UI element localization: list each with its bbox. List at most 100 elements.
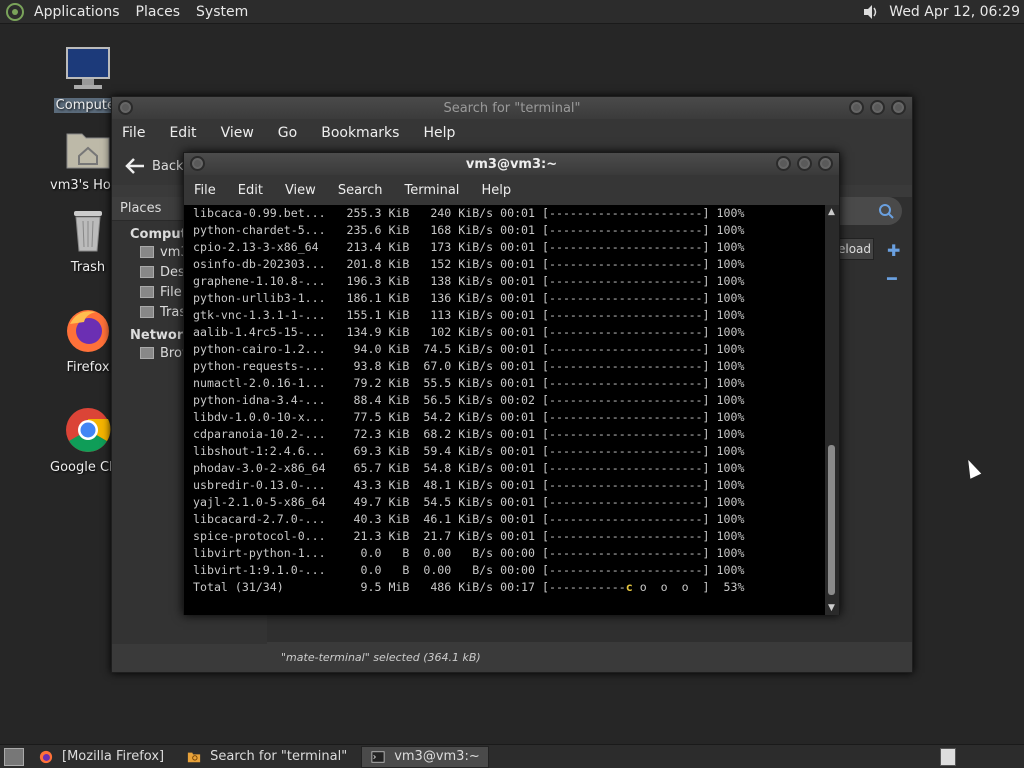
terminal-line: graphene-1.10.8-... 196.3 KiB 138 KiB/s … (193, 274, 745, 288)
trash-icon (140, 306, 154, 318)
terminal-line: libvirt-python-1... 0.0 B 0.00 B/s 00:00… (193, 546, 745, 560)
total-line-suffix: o o o ] 53% (632, 580, 745, 594)
menu-go[interactable]: Go (278, 125, 297, 141)
search-folder-icon (187, 752, 201, 762)
task-firefox[interactable]: [Mozilla Firefox] (30, 746, 172, 768)
bottom-panel: [Mozilla Firefox] Search for "terminal" … (0, 744, 1024, 768)
terminal-line: python-idna-3.4-... 88.4 KiB 56.5 KiB/s … (193, 393, 745, 407)
scroll-down-icon[interactable]: ▼ (828, 603, 835, 613)
back-button[interactable]: Back (122, 156, 184, 176)
chrome-icon (66, 408, 111, 452)
total-line-prefix: Total (31/34) 9.5 MiB 486 KiB/s 00:17 [-… (193, 580, 626, 594)
terminal-output: libcaca-0.99.bet... 255.3 KiB 240 KiB/s … (193, 205, 827, 579)
task-file-manager[interactable]: Search for "terminal" (178, 746, 355, 768)
terminal-line: phodav-3.0-2-x86_64 65.7 KiB 54.8 KiB/s … (193, 461, 745, 475)
home-folder-icon (140, 246, 154, 258)
menu-bookmarks[interactable]: Bookmarks (321, 125, 399, 141)
terminal-line: libvirt-1:9.1.0-... 0.0 B 0.00 B/s 00:00… (193, 563, 745, 577)
workspace-switcher[interactable] (940, 747, 956, 766)
firefox-icon (39, 750, 53, 763)
terminal-scrollbar[interactable]: ▲ ▼ (825, 205, 839, 615)
window-menu-icon[interactable] (118, 100, 133, 115)
terminal-menu-terminal[interactable]: Terminal (404, 183, 459, 198)
terminal-title: vm3@vm3:~ (465, 156, 558, 172)
trash-icon (74, 211, 102, 252)
desktop-icon-label: Firefox (66, 360, 110, 375)
terminal-menu-search[interactable]: Search (338, 183, 383, 198)
terminal-line: aalib-1.4rc5-15-... 134.9 KiB 102 KiB/s … (193, 325, 745, 339)
search-icon[interactable] (878, 203, 894, 219)
terminal-menubar: File Edit View Search Terminal Help (184, 175, 839, 205)
desktop-icon-label: Trash (70, 260, 106, 275)
network-icon (140, 347, 154, 359)
terminal-line: libdv-1.0.0-10-x... 77.5 KiB 54.2 KiB/s … (193, 410, 745, 424)
terminal-total-line: Total (31/34) 9.5 MiB 486 KiB/s 00:17 [-… (193, 579, 827, 596)
task-label: vm3@vm3:~ (394, 749, 480, 764)
top-panel-tray: Wed Apr 12, 06:29 (861, 0, 1024, 24)
reload-button[interactable]: Reload (830, 238, 874, 260)
menu-view[interactable]: View (221, 125, 254, 141)
terminal-line: cdparanoia-10.2-... 72.3 KiB 68.2 KiB/s … (193, 427, 745, 441)
clock[interactable]: Wed Apr 12, 06:29 (889, 4, 1020, 20)
terminal-line: gtk-vnc-1.3.1-1-... 155.1 KiB 113 KiB/s … (193, 308, 745, 322)
terminal-titlebar[interactable]: vm3@vm3:~ (184, 153, 839, 175)
task-terminal[interactable]: vm3@vm3:~ (361, 745, 489, 768)
terminal-line: osinfo-db-202303... 201.8 KiB 152 KiB/s … (193, 257, 745, 271)
scroll-up-icon[interactable]: ▲ (828, 207, 835, 217)
file-manager-title: Search for "terminal" (443, 100, 581, 116)
volume-icon[interactable] (861, 2, 881, 22)
file-manager-menubar: File Edit View Go Bookmarks Help (112, 119, 912, 147)
file-manager-titlebar[interactable]: Search for "terminal" (112, 97, 912, 119)
places-menu[interactable]: Places (136, 4, 181, 20)
terminal-menu-file[interactable]: File (194, 183, 216, 198)
back-label: Back (152, 158, 184, 174)
drive-icon (140, 286, 154, 298)
progress-pacman: c (625, 580, 633, 594)
top-panel: Applications Places System Wed Apr 12, 0… (0, 0, 1024, 24)
show-desktop-icon[interactable] (4, 747, 24, 766)
terminal-line: libcaca-0.99.bet... 255.3 KiB 240 KiB/s … (193, 206, 745, 220)
terminal-menu-view[interactable]: View (285, 183, 316, 198)
terminal-window: vm3@vm3:~ File Edit View Search Terminal… (183, 152, 840, 615)
maximize-icon[interactable] (797, 156, 812, 171)
terminal-line: python-cairo-1.2... 94.0 KiB 74.5 KiB/s … (193, 342, 745, 356)
terminal-menu-edit[interactable]: Edit (238, 183, 263, 198)
task-label: Search for "terminal" (210, 749, 348, 764)
status-bar: "mate-terminal" selected (364.1 kB) (267, 642, 912, 672)
terminal-screen[interactable]: libcaca-0.99.bet... 255.3 KiB 240 KiB/s … (184, 205, 827, 615)
terminal-icon (371, 750, 385, 763)
terminal-line: libcacard-2.7.0-... 40.3 KiB 46.1 KiB/s … (193, 512, 745, 526)
home-folder-icon (66, 133, 110, 169)
terminal-line: yajl-2.1.0-5-x86_64 49.7 KiB 54.5 KiB/s … (193, 495, 745, 509)
terminal-line: spice-protocol-0... 21.3 KiB 21.7 KiB/s … (193, 529, 745, 543)
system-menu[interactable]: System (196, 4, 248, 20)
terminal-line: python-requests-... 93.8 KiB 67.0 KiB/s … (193, 359, 745, 373)
scrollbar-thumb[interactable] (828, 445, 835, 595)
remove-criterion-button[interactable]: ━ (887, 269, 897, 288)
minimize-icon[interactable] (849, 100, 864, 115)
top-menu: Applications Places System (0, 0, 264, 24)
menu-edit[interactable]: Edit (169, 125, 196, 141)
back-arrow-icon (125, 158, 144, 174)
desktop-folder-icon (140, 266, 154, 278)
task-label: [Mozilla Firefox] (62, 749, 165, 764)
terminal-line: python-chardet-5... 235.6 KiB 168 KiB/s … (193, 223, 745, 237)
applications-menu[interactable]: Applications (34, 4, 120, 20)
window-menu-icon[interactable] (190, 156, 205, 171)
add-criterion-button[interactable]: ✚ (887, 241, 900, 260)
menu-help[interactable]: Help (423, 125, 455, 141)
mate-logo-icon[interactable] (6, 2, 24, 21)
computer-icon (66, 47, 110, 89)
mouse-cursor-icon (962, 457, 982, 479)
terminal-line: numactl-2.0.16-1... 79.2 KiB 55.5 KiB/s … (193, 376, 745, 390)
terminal-line: libshout-1:2.4.6... 69.3 KiB 59.4 KiB/s … (193, 444, 745, 458)
minimize-icon[interactable] (776, 156, 791, 171)
close-icon[interactable] (891, 100, 906, 115)
terminal-menu-help[interactable]: Help (481, 183, 511, 198)
terminal-line: cpio-2.13-3-x86_64 213.4 KiB 173 KiB/s 0… (193, 240, 745, 254)
close-icon[interactable] (818, 156, 833, 171)
maximize-icon[interactable] (870, 100, 885, 115)
terminal-line: usbredir-0.13.0-... 43.3 KiB 48.1 KiB/s … (193, 478, 745, 492)
terminal-line: python-urllib3-1... 186.1 KiB 136 KiB/s … (193, 291, 745, 305)
menu-file[interactable]: File (122, 125, 145, 141)
